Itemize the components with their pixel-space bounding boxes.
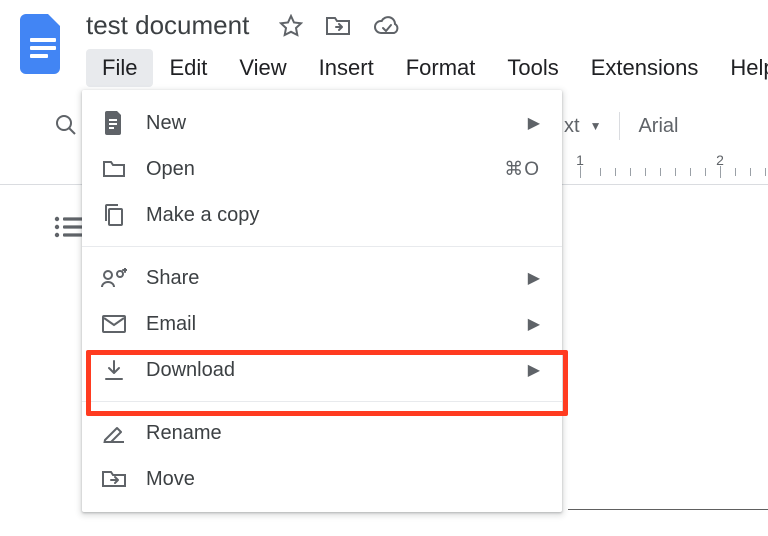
star-icon[interactable] [279, 14, 303, 38]
submenu-arrow-icon: ▶ [528, 360, 540, 380]
share-icon [100, 268, 128, 288]
menu-view[interactable]: View [223, 49, 302, 87]
email-icon [100, 315, 128, 333]
menu-separator [82, 401, 562, 402]
file-menu-share-label: Share [146, 267, 199, 290]
file-menu-rename-label: Rename [146, 422, 222, 445]
toolbar-divider [619, 112, 620, 140]
docs-logo[interactable] [20, 14, 66, 74]
menu-bar: File Edit View Insert Format Tools Exten… [86, 49, 768, 87]
file-menu-dropdown: New ▶ Open ⌘O Make a copy Share ▶ Email … [82, 90, 562, 512]
open-shortcut: ⌘O [504, 158, 540, 181]
file-menu-new[interactable]: New ▶ [82, 100, 562, 146]
file-menu-rename[interactable]: Rename [82, 410, 562, 456]
cloud-saved-icon[interactable] [373, 15, 401, 37]
move-to-folder-icon[interactable] [325, 15, 351, 37]
file-menu-make-copy-label: Make a copy [146, 204, 259, 227]
file-menu-email-label: Email [146, 313, 196, 336]
file-menu-move[interactable]: Move [82, 456, 562, 502]
submenu-arrow-icon: ▶ [528, 268, 540, 288]
menu-insert[interactable]: Insert [303, 49, 390, 87]
download-icon [100, 359, 128, 381]
menu-tools[interactable]: Tools [491, 49, 574, 87]
file-menu-open-label: Open [146, 158, 195, 181]
folder-open-icon [100, 159, 128, 179]
header: test document File Edit View Insert Form… [0, 0, 768, 87]
font-label: Arial [638, 115, 678, 138]
file-menu-new-label: New [146, 112, 186, 135]
file-menu-make-copy[interactable]: Make a copy [82, 192, 562, 238]
menu-format[interactable]: Format [390, 49, 492, 87]
new-document-icon [100, 111, 128, 135]
paragraph-style-label: xt [564, 115, 580, 138]
file-menu-email[interactable]: Email ▶ [82, 301, 562, 347]
rename-icon [100, 423, 128, 443]
caret-down-icon: ▼ [590, 119, 602, 133]
submenu-arrow-icon: ▶ [528, 314, 540, 334]
paragraph-style-selector[interactable]: xt ▼ [564, 115, 601, 138]
copy-icon [100, 203, 128, 227]
menu-help[interactable]: Help [714, 49, 768, 87]
font-selector[interactable]: Arial [638, 115, 678, 138]
file-menu-open[interactable]: Open ⌘O [82, 146, 562, 192]
menu-edit[interactable]: Edit [153, 49, 223, 87]
outline-toggle-icon[interactable] [54, 215, 84, 239]
file-menu-download-label: Download [146, 359, 235, 382]
document-title[interactable]: test document [86, 10, 249, 41]
search-icon[interactable] [54, 113, 78, 137]
file-menu-download[interactable]: Download ▶ [82, 347, 562, 393]
submenu-arrow-icon: ▶ [528, 113, 540, 133]
menu-file[interactable]: File [86, 49, 153, 87]
menu-separator [82, 246, 562, 247]
file-menu-share[interactable]: Share ▶ [82, 255, 562, 301]
move-icon [100, 469, 128, 489]
page-edge [568, 509, 768, 510]
menu-extensions[interactable]: Extensions [575, 49, 715, 87]
file-menu-move-label: Move [146, 468, 195, 491]
